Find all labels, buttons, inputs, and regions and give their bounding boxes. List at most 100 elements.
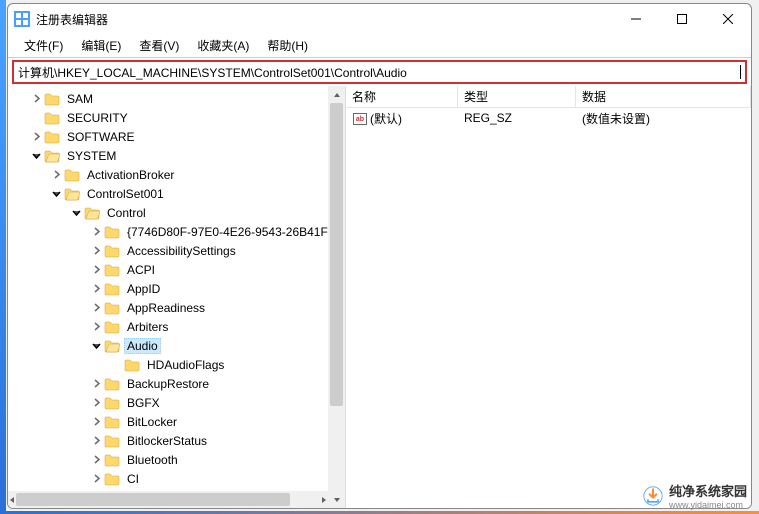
- tree-item[interactable]: AppReadiness: [8, 298, 345, 317]
- tree-item[interactable]: {7746D80F-97E0-4E26-9543-26B41FC: [8, 222, 345, 241]
- app-icon: [14, 11, 30, 27]
- value-type: REG_SZ: [458, 111, 576, 125]
- tree-item[interactable]: Control: [8, 203, 345, 222]
- tree-item-label: AppID: [124, 281, 163, 297]
- tree-item-label: Audio: [124, 338, 161, 354]
- address-bar[interactable]: 计算机\HKEY_LOCAL_MACHINE\SYSTEM\ControlSet…: [12, 60, 747, 84]
- tree-item-label: HDAudioFlags: [144, 357, 227, 373]
- tree-item-label: ActivationBroker: [84, 167, 177, 183]
- tree-horizontal-scrollbar[interactable]: [8, 491, 328, 508]
- tree-item-label: SAM: [64, 91, 96, 107]
- tree-item[interactable]: BitlockerStatus: [8, 431, 345, 450]
- expander-open-icon[interactable]: [28, 148, 44, 164]
- tree-item[interactable]: SYSTEM: [8, 146, 345, 165]
- expander-open-icon[interactable]: [88, 338, 104, 354]
- expander-closed-icon[interactable]: [88, 224, 104, 240]
- menu-file[interactable]: 文件(F): [16, 35, 71, 56]
- tree-item-label: AccessibilitySettings: [124, 243, 239, 259]
- watermark: 纯净系统家园 www.yidaimei.com: [643, 481, 747, 510]
- tree-item[interactable]: AppID: [8, 279, 345, 298]
- tree-item[interactable]: Bluetooth: [8, 450, 345, 469]
- scroll-track-h[interactable]: [16, 491, 320, 508]
- values-pane[interactable]: 名称 类型 数据 ab(默认)REG_SZ(数值未设置): [346, 86, 751, 508]
- tree-item-label: BitlockerStatus: [124, 433, 210, 449]
- registry-editor-window: 注册表编辑器 文件(F) 编辑(E) 查看(V) 收藏夹(A) 帮助(H) 计算…: [7, 3, 752, 509]
- tree-item-label: SOFTWARE: [64, 129, 138, 145]
- menu-favorites[interactable]: 收藏夹(A): [189, 35, 257, 56]
- tree-pane[interactable]: SAMSECURITY SOFTWARE SYSTEM ActivationBroke…: [8, 86, 346, 508]
- tree-item[interactable]: Audio: [8, 336, 345, 355]
- tree-item-label: Arbiters: [124, 319, 171, 335]
- watermark-logo-icon: [643, 486, 663, 506]
- menu-edit[interactable]: 编辑(E): [73, 35, 129, 56]
- maximize-button[interactable]: [659, 4, 705, 34]
- value-data: (数值未设置): [576, 110, 751, 127]
- expander-closed-icon[interactable]: [88, 319, 104, 335]
- expander-closed-icon[interactable]: [88, 452, 104, 468]
- expander-closed-icon[interactable]: [88, 300, 104, 316]
- tree-item-label: BitLocker: [124, 414, 180, 430]
- values-header[interactable]: 名称 类型 数据: [346, 86, 751, 108]
- scroll-thumb[interactable]: [330, 103, 343, 406]
- tree-item-label: Bluetooth: [124, 452, 181, 468]
- titlebar[interactable]: 注册表编辑器: [8, 4, 751, 34]
- expander-closed-icon[interactable]: [88, 471, 104, 487]
- tree-item[interactable]: BackupRestore: [8, 374, 345, 393]
- decoration-left-strip: [0, 0, 6, 514]
- value-row[interactable]: ab(默认)REG_SZ(数值未设置): [346, 108, 751, 128]
- tree-item[interactable]: AccessibilitySettings: [8, 241, 345, 260]
- scroll-left-button[interactable]: [8, 491, 16, 508]
- tree-item[interactable]: ActivationBroker: [8, 165, 345, 184]
- tree-item[interactable]: BitLocker: [8, 412, 345, 431]
- expander-closed-icon[interactable]: [88, 433, 104, 449]
- values-list[interactable]: ab(默认)REG_SZ(数值未设置): [346, 108, 751, 508]
- expander-closed-icon[interactable]: [28, 129, 44, 145]
- tree-item[interactable]: CI: [8, 469, 345, 488]
- text-cursor: [740, 65, 741, 79]
- minimize-button[interactable]: [613, 4, 659, 34]
- tree-item-label: SYSTEM: [64, 148, 119, 164]
- expander-closed-icon[interactable]: [88, 243, 104, 259]
- expander-open-icon[interactable]: [48, 186, 64, 202]
- column-data[interactable]: 数据: [576, 86, 751, 107]
- tree-item[interactable]: SAM: [8, 89, 345, 108]
- expander-open-icon[interactable]: [68, 205, 84, 221]
- scroll-up-button[interactable]: [328, 86, 345, 103]
- scroll-track[interactable]: [328, 103, 345, 491]
- menu-view[interactable]: 查看(V): [131, 35, 187, 56]
- content-area: SAMSECURITY SOFTWARE SYSTEM ActivationBroke…: [8, 86, 751, 508]
- expander-closed-icon[interactable]: [88, 281, 104, 297]
- tree-item[interactable]: Arbiters: [8, 317, 345, 336]
- menubar: 文件(F) 编辑(E) 查看(V) 收藏夹(A) 帮助(H): [8, 34, 751, 58]
- close-button[interactable]: [705, 4, 751, 34]
- address-path: 计算机\HKEY_LOCAL_MACHINE\SYSTEM\ControlSet…: [18, 64, 740, 81]
- tree-item-label: ACPI: [124, 262, 158, 278]
- tree-vertical-scrollbar[interactable]: [328, 86, 345, 508]
- expander-closed-icon[interactable]: [88, 414, 104, 430]
- expander-closed-icon[interactable]: [88, 376, 104, 392]
- column-type[interactable]: 类型: [458, 86, 576, 107]
- scroll-thumb-h[interactable]: [16, 493, 290, 506]
- expander-closed-icon[interactable]: [88, 262, 104, 278]
- expander-closed-icon[interactable]: [28, 91, 44, 107]
- tree-item[interactable]: ACPI: [8, 260, 345, 279]
- column-name[interactable]: 名称: [346, 86, 458, 107]
- tree-item-label: BGFX: [124, 395, 163, 411]
- tree-item[interactable]: SOFTWARE: [8, 127, 345, 146]
- tree-item[interactable]: ControlSet001: [8, 184, 345, 203]
- tree-item[interactable]: HDAudioFlags: [8, 355, 345, 374]
- scroll-right-button[interactable]: [320, 491, 328, 508]
- tree-item[interactable]: SECURITY: [8, 108, 345, 127]
- tree-item-label: CI: [124, 471, 142, 487]
- watermark-text: 纯净系统家园: [669, 484, 747, 499]
- expander-closed-icon[interactable]: [48, 167, 64, 183]
- value-name: (默认): [370, 112, 402, 126]
- expander-closed-icon[interactable]: [88, 395, 104, 411]
- tree-item[interactable]: BGFX: [8, 393, 345, 412]
- tree-item-label: BackupRestore: [124, 376, 212, 392]
- tree-item-label: ControlSet001: [84, 186, 167, 202]
- registry-tree[interactable]: SAMSECURITY SOFTWARE SYSTEM ActivationBroke…: [8, 89, 345, 488]
- tree-item-label: AppReadiness: [124, 300, 208, 316]
- menu-help[interactable]: 帮助(H): [259, 35, 316, 56]
- scroll-down-button[interactable]: [328, 491, 345, 508]
